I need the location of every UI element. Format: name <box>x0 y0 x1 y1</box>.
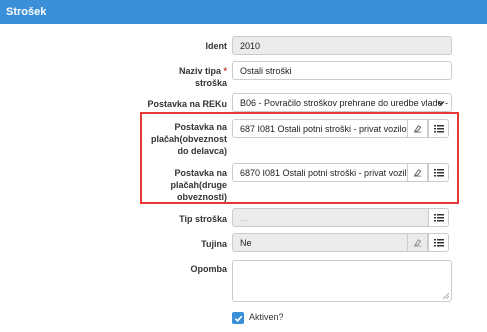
aktiven-label: Aktiven? <box>249 312 284 322</box>
opomba-textarea[interactable] <box>232 260 452 302</box>
resize-handle-icon[interactable] <box>443 293 449 299</box>
list-button[interactable] <box>428 119 449 138</box>
window-title: Strošek <box>0 0 487 24</box>
eraser-icon <box>413 239 422 247</box>
clear-button[interactable] <box>407 163 428 182</box>
clear-button <box>407 233 428 252</box>
naziv-label: Naziv tipa * stroška <box>178 66 227 88</box>
naziv-input[interactable]: Ostali stroški <box>232 61 452 80</box>
postavka-druge-field[interactable]: 6870 I081 Ostali potni stroški - privat … <box>232 163 408 182</box>
eraser-icon <box>413 169 422 177</box>
tip-label: Tip stroška <box>179 214 227 224</box>
check-icon <box>234 315 242 322</box>
postavka-reku-select[interactable]: B06 - Povračilo stroškov prehrane do ure… <box>232 93 452 112</box>
opomba-label: Opomba <box>190 264 227 274</box>
postavka-delavec-field[interactable]: 687 I081 Ostali potni stroški - privat v… <box>232 119 408 138</box>
aktiven-checkbox[interactable] <box>232 312 244 324</box>
list-icon <box>433 169 444 177</box>
list-icon <box>433 125 444 133</box>
list-button[interactable] <box>428 208 449 227</box>
tujina-field: Ne <box>232 233 408 252</box>
clear-button[interactable] <box>407 119 428 138</box>
postavka-reku-label: Postavka na REKu <box>147 99 227 109</box>
list-icon <box>433 239 444 247</box>
ident-label: Ident <box>205 41 228 51</box>
chevron-down-icon <box>437 101 445 106</box>
required-marker: * <box>223 66 227 76</box>
list-icon <box>433 214 444 222</box>
eraser-icon <box>413 125 422 133</box>
list-button[interactable] <box>428 233 449 252</box>
postavka-druge-label: Postavka na plačah(druge obveznosti) <box>170 168 227 202</box>
list-button[interactable] <box>428 163 449 182</box>
postavka-delavec-label: Postavka na plačah(obveznost do delavca) <box>150 122 227 156</box>
tip-field: ... <box>232 208 429 227</box>
tujina-label: Tujina <box>201 239 227 249</box>
ident-field: 2010 <box>232 36 452 55</box>
